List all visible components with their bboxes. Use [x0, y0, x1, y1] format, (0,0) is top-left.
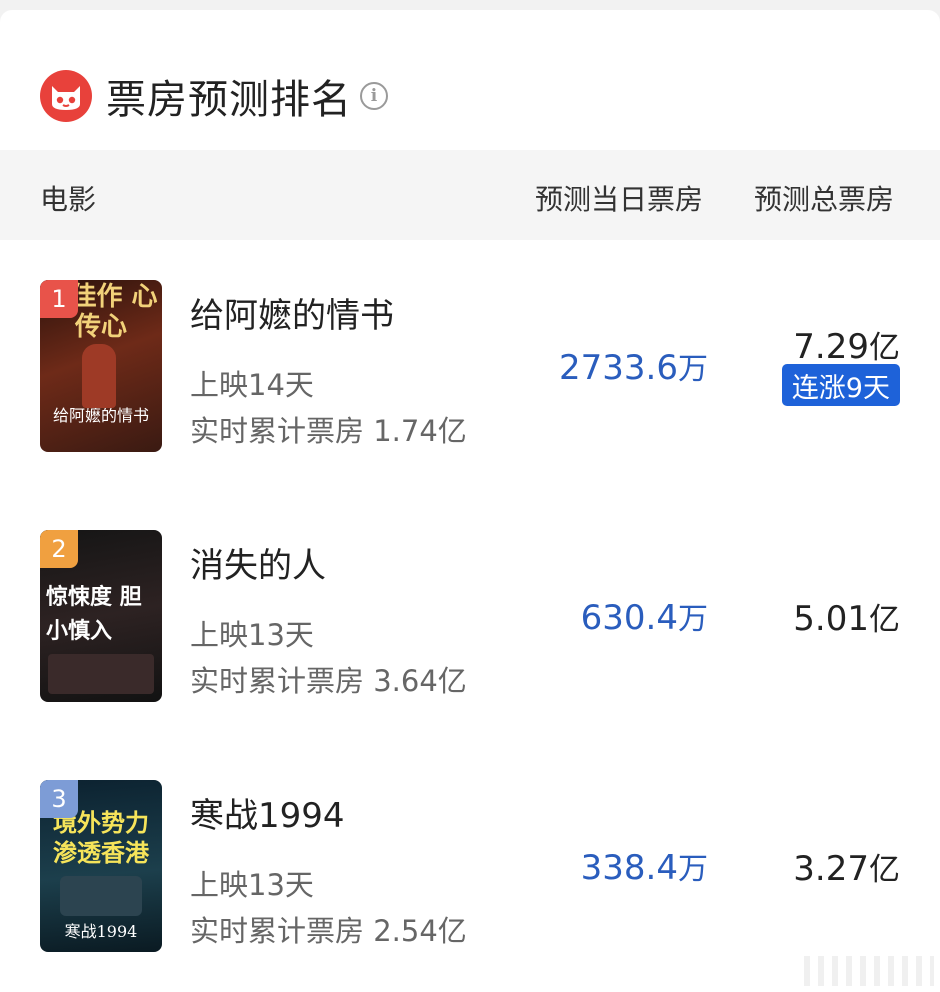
release-days: 上映13天 [190, 868, 314, 902]
daily-forecast: 630.4 万 [581, 594, 708, 638]
movie-poster[interactable]: 碑佳作 心传心 给阿嬷的情书 1 [40, 280, 162, 452]
total-forecast: 3.27 亿 [793, 844, 900, 889]
daily-forecast-unit: 万 [678, 852, 708, 887]
daily-forecast-unit: 万 [678, 352, 708, 387]
total-forecast: 5.01 亿 [793, 594, 900, 639]
watermark [804, 956, 934, 986]
movie-poster[interactable]: 境外势力 渗透香港 寒战1994 3 [40, 780, 162, 952]
cumulative-box-office: 实时累计票房 2.54亿 [190, 914, 467, 948]
info-icon[interactable]: i [360, 82, 388, 110]
rank-badge: 3 [40, 780, 78, 818]
trend-badge: 连涨9天 [781, 364, 900, 406]
poster-figure [60, 876, 142, 916]
movie-title[interactable]: 给阿嬷的情书 [190, 288, 394, 337]
rank-badge: 2 [40, 530, 78, 568]
daily-forecast-value: 2733.6 [559, 348, 678, 388]
daily-forecast: 338.4 万 [581, 844, 708, 888]
movie-poster[interactable]: 惊悚度 胆小慎入 2 [40, 530, 162, 702]
column-header: 电影 预测当日票房 预测总票房 [0, 150, 940, 240]
cumulative-box-office: 实时累计票房 3.64亿 [190, 664, 467, 698]
total-forecast-value: 5.01 [793, 599, 869, 639]
column-total-label[interactable]: 预测总票房 [754, 178, 894, 218]
poster-figure [82, 344, 116, 408]
daily-forecast-value: 630.4 [580, 598, 678, 638]
total-forecast-unit: 亿 [869, 602, 900, 638]
cat-logo-icon [40, 70, 92, 122]
poster-text: 惊悚度 胆小慎入 [46, 584, 142, 644]
poster-bottom-text: 寒战1994 [64, 922, 138, 941]
total-forecast-unit: 亿 [869, 330, 900, 366]
daily-forecast: 2733.6 万 [559, 344, 708, 388]
section-header: 票房预测排名 i [40, 68, 388, 124]
daily-forecast-unit: 万 [678, 602, 708, 637]
movie-title[interactable]: 消失的人 [190, 538, 326, 587]
page-title: 票房预测排名 [106, 77, 352, 123]
movie-row[interactable]: 碑佳作 心传心 给阿嬷的情书 1 给阿嬷的情书 上映14天 实时累计票房 1.7… [0, 280, 940, 452]
rank-badge: 1 [40, 280, 78, 318]
cumulative-box-office: 实时累计票房 1.74亿 [190, 414, 467, 448]
column-daily-label[interactable]: 预测当日票房 [535, 178, 703, 218]
movie-row[interactable]: 境外势力 渗透香港 寒战1994 3 寒战1994 上映13天 实时累计票房 2… [0, 780, 940, 952]
movie-row[interactable]: 惊悚度 胆小慎入 2 消失的人 上映13天 实时累计票房 3.64亿 630.4… [0, 530, 940, 702]
total-forecast: 7.29 亿 [793, 322, 900, 367]
top-strip [0, 0, 940, 22]
total-forecast-value: 3.27 [793, 849, 869, 889]
daily-forecast-value: 338.4 [580, 848, 678, 888]
movie-title[interactable]: 寒战1994 [190, 788, 345, 837]
release-days: 上映14天 [190, 368, 314, 402]
column-movie-label: 电影 [40, 183, 97, 216]
release-days: 上映13天 [190, 618, 314, 652]
poster-figure [48, 654, 154, 694]
total-forecast-unit: 亿 [869, 852, 900, 888]
total-forecast-value: 7.29 [793, 327, 869, 367]
